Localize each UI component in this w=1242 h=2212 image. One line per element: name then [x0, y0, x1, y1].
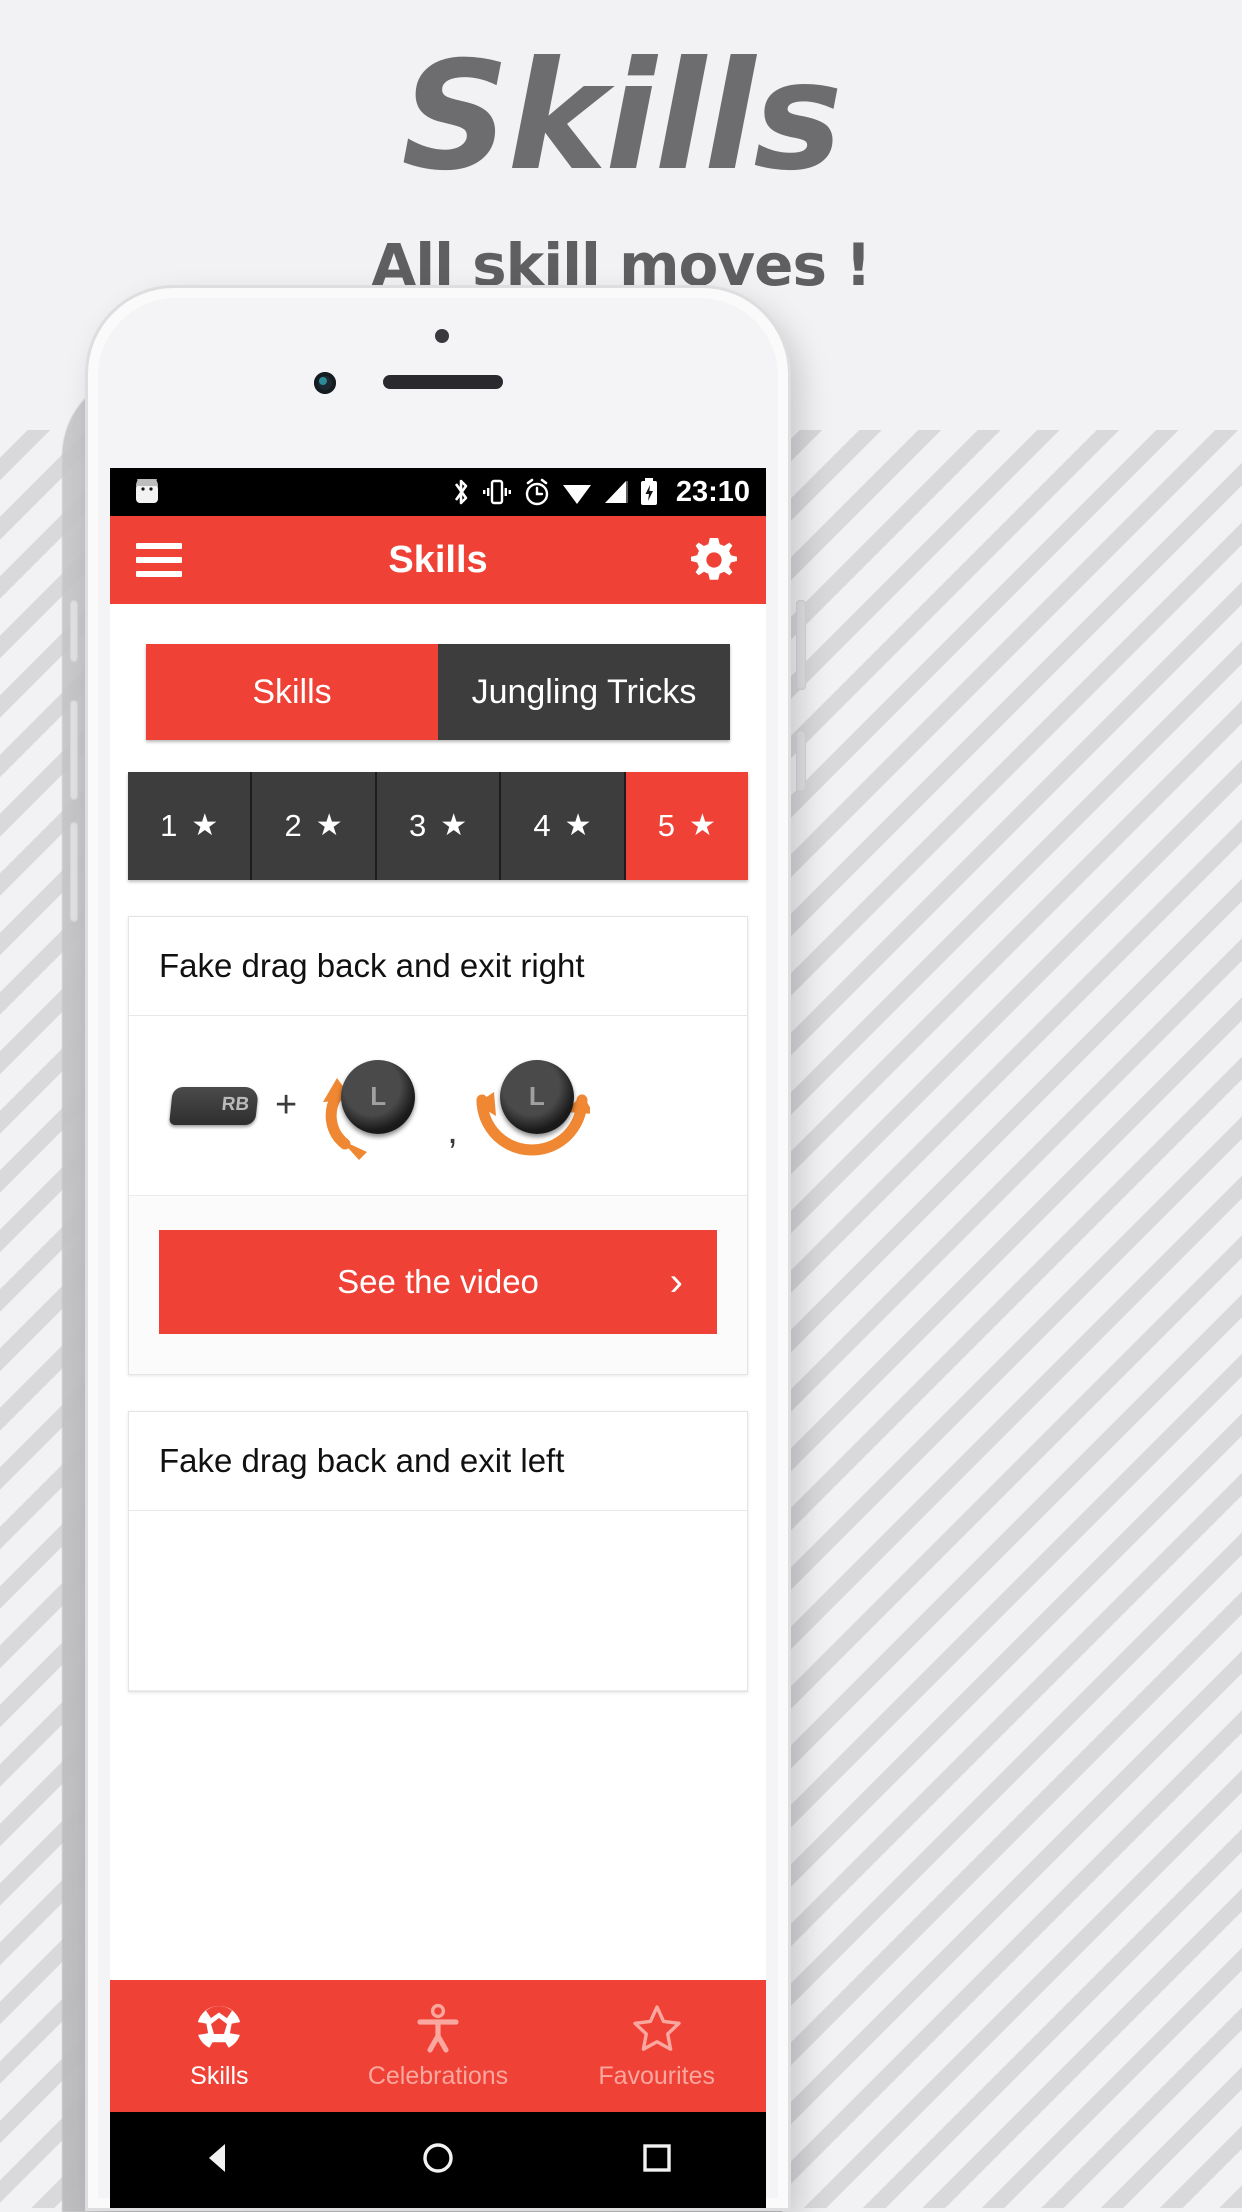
- home-circle-icon[interactable]: [418, 2138, 458, 2183]
- person-celebrating-icon: [417, 2003, 459, 2053]
- hamburger-menu-icon[interactable]: [136, 543, 182, 577]
- skill-combo: [129, 1511, 747, 1691]
- difficulty-4-label: 4: [533, 808, 551, 843]
- bumper-rb-icon: RB: [169, 1086, 259, 1125]
- bottom-nav-celebrations[interactable]: Celebrations: [329, 1980, 548, 2112]
- stick-full-rotate-icon: L: [474, 1048, 590, 1164]
- signal-icon: [602, 478, 630, 506]
- proximity-sensor-icon: [435, 329, 449, 343]
- promo-header: Skills All skill moves !: [0, 0, 1242, 296]
- bottom-nav-skills[interactable]: Skills: [110, 1980, 329, 2112]
- tab-jungling-tricks[interactable]: Jungling Tricks: [438, 644, 730, 740]
- phone-screen: 23:10 Skills Skills Jungling Tricks 1 ★ …: [110, 468, 766, 2208]
- difficulty-5[interactable]: 5 ★: [625, 772, 749, 880]
- skill-combo: RB + L , L: [129, 1016, 747, 1196]
- earpiece-speaker: [383, 375, 503, 389]
- combo-separator: ,: [447, 1110, 458, 1152]
- status-bar-right: 23:10: [450, 476, 750, 509]
- front-camera-icon: [314, 372, 336, 394]
- phone-button-aux: [796, 730, 806, 792]
- star-icon: ★: [191, 809, 219, 842]
- status-bar-left: [132, 479, 450, 505]
- star-icon: ★: [564, 809, 592, 842]
- combo-plus: +: [275, 1084, 298, 1126]
- skill-card[interactable]: Fake drag back and exit left: [128, 1411, 748, 1692]
- difficulty-3-label: 3: [408, 808, 427, 843]
- phone-button-volume-up: [70, 700, 78, 800]
- gear-icon[interactable]: [688, 534, 740, 586]
- stick-half-rotate-icon: L: [315, 1048, 431, 1164]
- star-icon: ★: [689, 809, 716, 842]
- segmented-control: Skills Jungling Tricks: [146, 644, 730, 740]
- alarm-icon: [522, 477, 552, 507]
- see-the-video-label: See the video: [337, 1263, 539, 1300]
- phone-button-power: [796, 600, 806, 690]
- difficulty-2-label: 2: [284, 808, 302, 843]
- bottom-nav-favourites-label: Favourites: [598, 2061, 716, 2090]
- vibrate-icon: [481, 477, 513, 507]
- page-title: Skills: [401, 30, 842, 204]
- left-stick-icon: L: [341, 1059, 416, 1134]
- difficulty-filter: 1 ★ 2 ★ 3 ★ 4 ★ 5 ★: [128, 772, 749, 880]
- bottom-nav-skills-label: Skills: [190, 2061, 249, 2090]
- back-triangle-icon[interactable]: [199, 2138, 239, 2183]
- difficulty-1-label: 1: [160, 808, 178, 843]
- difficulty-5-label: 5: [657, 808, 675, 843]
- skill-title: Fake drag back and exit left: [129, 1412, 747, 1511]
- star-icon: ★: [440, 809, 468, 842]
- tab-skills[interactable]: Skills: [146, 644, 438, 740]
- android-nav-bar: [110, 2112, 766, 2208]
- difficulty-1[interactable]: 1 ★: [128, 772, 253, 880]
- star-outline-icon: [632, 2004, 681, 2051]
- left-stick-icon: L: [499, 1059, 574, 1134]
- bottom-nav-favourites[interactable]: Favourites: [547, 1980, 766, 2112]
- status-bar-clock: 23:10: [675, 475, 750, 508]
- video-button-wrap: See the video ›: [129, 1196, 747, 1374]
- bottom-navigation: Skills Celebrations Favourites: [110, 1980, 766, 2112]
- page-subtitle: All skill moves !: [371, 231, 871, 299]
- bluetooth-icon: [450, 476, 472, 508]
- difficulty-3[interactable]: 3 ★: [376, 772, 502, 880]
- soccer-ball-icon: [196, 2005, 242, 2053]
- difficulty-4[interactable]: 4 ★: [501, 772, 626, 880]
- bottom-nav-celebrations-label: Celebrations: [367, 2061, 509, 2090]
- left-stick-label: L: [528, 1081, 545, 1111]
- recents-square-icon[interactable]: [637, 2138, 677, 2183]
- app-bar-title: Skills: [388, 538, 488, 581]
- left-stick-label: L: [370, 1081, 387, 1111]
- skill-card[interactable]: Fake drag back and exit right RB + L , L…: [128, 916, 748, 1375]
- android-robot-icon: [132, 479, 162, 505]
- see-the-video-button[interactable]: See the video ›: [159, 1230, 717, 1334]
- app-bar: Skills: [110, 516, 766, 604]
- phone-button-silent: [70, 600, 78, 662]
- star-icon: ★: [315, 809, 343, 842]
- difficulty-2[interactable]: 2 ★: [252, 772, 377, 880]
- battery-charging-icon: [639, 477, 659, 507]
- chevron-right-icon: ›: [669, 1260, 683, 1304]
- phone-button-volume-down: [70, 822, 78, 922]
- wifi-icon: [561, 478, 593, 506]
- status-bar: 23:10: [110, 468, 766, 516]
- skill-title: Fake drag back and exit right: [129, 917, 747, 1016]
- bumper-rb-label: RB: [220, 1093, 251, 1115]
